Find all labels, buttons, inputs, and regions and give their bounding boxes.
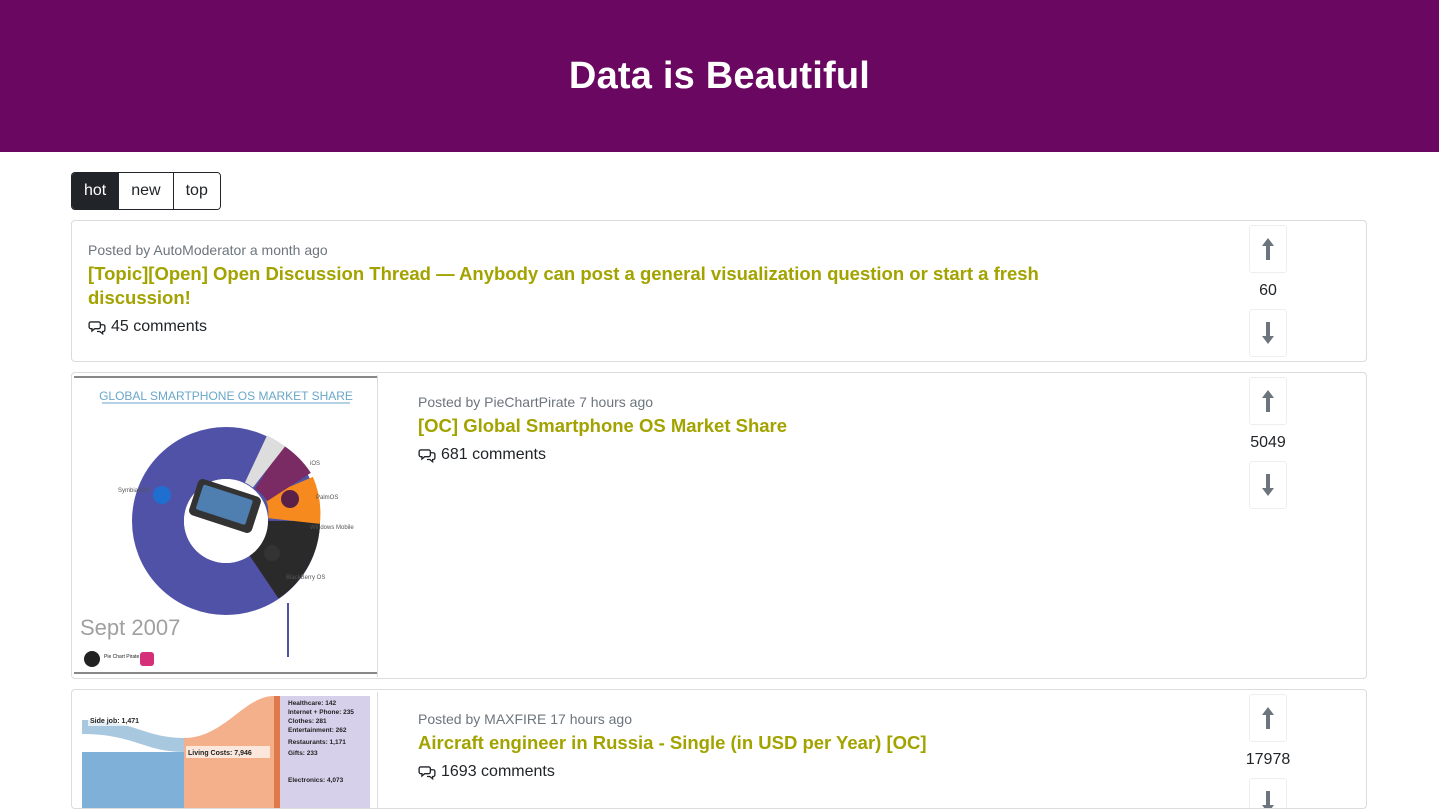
arrow-down-icon bbox=[1262, 791, 1274, 808]
comments-icon bbox=[418, 449, 436, 464]
main-content: hot new top Posted by AutoModerator a mo… bbox=[71, 172, 1367, 809]
thumb-label: PalmOS bbox=[316, 495, 338, 501]
arrow-down-icon bbox=[1262, 474, 1274, 496]
thumb-label: Living Costs: 7,946 bbox=[188, 750, 252, 757]
post-meta: Posted by AutoModerator a month ago bbox=[88, 242, 328, 258]
arrow-down-icon bbox=[1262, 322, 1274, 344]
comments-link[interactable]: 681 comments bbox=[418, 446, 1118, 464]
post-meta: Posted by PieChartPirate 7 hours ago bbox=[418, 394, 654, 410]
post-card: Side job: 1,471 Living Costs: 7,946 Heal… bbox=[71, 689, 1367, 809]
vote-controls: 60 bbox=[1249, 225, 1287, 357]
thumb-label: SymbianOS bbox=[118, 488, 150, 494]
vote-controls: 17978 bbox=[1246, 694, 1290, 808]
downvote-button[interactable] bbox=[1249, 778, 1287, 808]
vote-score: 60 bbox=[1259, 282, 1277, 299]
post-title-link[interactable]: Aircraft engineer in Russia - Single (in… bbox=[418, 731, 1118, 755]
comments-count: 1693 comments bbox=[441, 763, 555, 780]
sort-top-button[interactable]: top bbox=[173, 173, 220, 209]
thumb-heading: GLOBAL SMARTPHONE OS MARKET SHARE bbox=[99, 389, 353, 403]
thumb-label: BlackBerry OS bbox=[286, 575, 325, 581]
post-body: Posted by AutoModerator a month ago [Top… bbox=[88, 241, 1078, 336]
market-share-chart-image: GLOBAL SMARTPHONE OS MARKET SHARE Symbia… bbox=[74, 375, 377, 677]
thumb-label: Windows Mobile bbox=[310, 525, 354, 531]
sort-hot-button[interactable]: hot bbox=[72, 173, 120, 209]
comments-icon bbox=[88, 321, 106, 336]
thumb-label: Side job: 1,471 bbox=[90, 718, 139, 725]
thumb-label: Clothes: 281 bbox=[288, 718, 327, 725]
arrow-up-icon bbox=[1262, 390, 1274, 412]
vote-score: 5049 bbox=[1250, 434, 1286, 451]
post-title-link[interactable]: [OC] Global Smartphone OS Market Share bbox=[418, 414, 1118, 438]
comments-link[interactable]: 45 comments bbox=[88, 318, 1078, 336]
thumb-label: Healthcare: 142 bbox=[288, 700, 336, 707]
comments-link[interactable]: 1693 comments bbox=[418, 763, 1118, 781]
downvote-button[interactable] bbox=[1249, 309, 1287, 357]
sort-tabs: hot new top bbox=[71, 172, 221, 210]
comments-icon bbox=[418, 766, 436, 781]
thumb-label: Gifts: 233 bbox=[288, 750, 318, 757]
thumb-label: iOS bbox=[310, 461, 320, 467]
post-meta: Posted by MAXFIRE 17 hours ago bbox=[418, 711, 632, 727]
upvote-button[interactable] bbox=[1249, 377, 1287, 425]
thumb-label: Entertainment: 262 bbox=[288, 727, 347, 734]
upvote-button[interactable] bbox=[1249, 225, 1287, 273]
upvote-button[interactable] bbox=[1249, 694, 1287, 742]
arrow-up-icon bbox=[1262, 238, 1274, 260]
page-title: Data is Beautiful bbox=[568, 54, 871, 97]
sankey-chart-image: Side job: 1,471 Living Costs: 7,946 Heal… bbox=[74, 692, 377, 808]
post-card: GLOBAL SMARTPHONE OS MARKET SHARE Symbia… bbox=[71, 372, 1367, 679]
downvote-button[interactable] bbox=[1249, 461, 1287, 509]
thumb-date: Sept 2007 bbox=[80, 615, 180, 640]
post-body: Posted by PieChartPirate 7 hours ago [OC… bbox=[418, 393, 1118, 464]
thumb-label: Internet + Phone: 235 bbox=[288, 709, 354, 716]
post-card: Posted by AutoModerator a month ago [Top… bbox=[71, 220, 1367, 362]
comments-count: 45 comments bbox=[111, 318, 208, 335]
sort-new-button[interactable]: new bbox=[119, 173, 174, 209]
comments-count: 681 comments bbox=[441, 446, 546, 463]
thumb-label: Restaurants: 1,171 bbox=[288, 739, 346, 746]
thumb-brand: Pie Chart Pirate bbox=[104, 654, 140, 660]
post-thumbnail[interactable]: Side job: 1,471 Living Costs: 7,946 Heal… bbox=[74, 692, 378, 808]
vote-controls: 5049 bbox=[1249, 377, 1287, 509]
vote-score: 17978 bbox=[1245, 751, 1291, 768]
post-title-link[interactable]: [Topic][Open] Open Discussion Thread — A… bbox=[88, 262, 1078, 310]
post-body: Posted by MAXFIRE 17 hours ago Aircraft … bbox=[418, 710, 1118, 781]
post-thumbnail[interactable]: GLOBAL SMARTPHONE OS MARKET SHARE Symbia… bbox=[74, 375, 378, 677]
site-header: Data is Beautiful bbox=[0, 0, 1439, 152]
arrow-up-icon bbox=[1262, 707, 1274, 729]
